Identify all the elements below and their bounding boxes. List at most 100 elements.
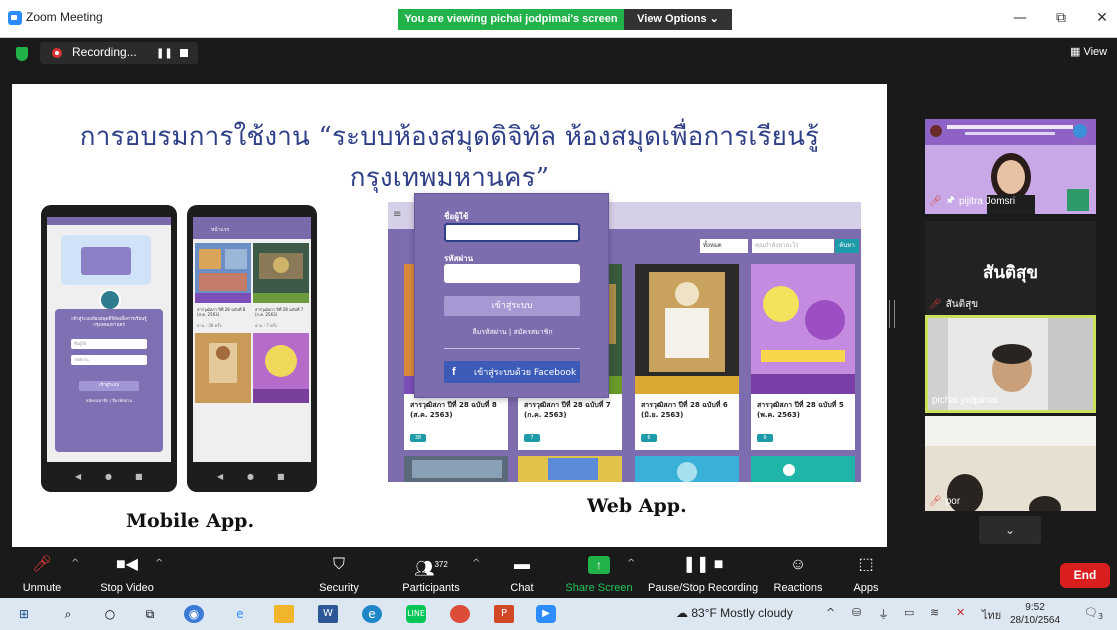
- mobile-password-field[interactable]: รหัสผ่าน: [71, 355, 147, 365]
- pin-icon: 🖈︎: [945, 195, 955, 206]
- zoom-logo-icon: [8, 11, 22, 25]
- web-card-4[interactable]: สารวุฒิสภา ปีที่ 28 ฉบับที่ 5 (พ.ค. 2563…: [751, 264, 855, 450]
- audio-options-chevron-icon[interactable]: ^: [71, 558, 79, 569]
- web-card-views-4: 9: [757, 434, 773, 442]
- home-icon[interactable]: ●: [105, 472, 112, 481]
- web-card-caption-1: สารวุฒิสภา ปีที่ 28 ฉบับที่ 8 (ส.ค. 2563…: [410, 401, 497, 419]
- participant-display-name-2: สันติสุข: [982, 263, 1039, 283]
- file-explorer-icon[interactable]: [274, 605, 294, 623]
- web-search-input[interactable]: คุณกำลังหาอะไร: [752, 239, 834, 253]
- mobile-cover-4[interactable]: [253, 333, 309, 403]
- recording-indicator: Recording... ❚❚: [40, 42, 198, 64]
- web-login-popup: ชื่อผู้ใช้ รหัสผ่าน เข้าสู่ระบบ ลืมรหัสผ…: [414, 193, 609, 398]
- cortana-icon[interactable]: ○: [100, 605, 120, 623]
- search-icon[interactable]: ⌕: [58, 605, 78, 623]
- onedrive-icon[interactable]: ⛁: [852, 606, 861, 619]
- chat-button[interactable]: ▬ Chat: [504, 554, 540, 594]
- recents-icon[interactable]: ■: [277, 472, 285, 481]
- home-icon[interactable]: ●: [247, 472, 254, 481]
- weather-widget[interactable]: ☁ 83°F Mostly cloudy: [676, 606, 793, 620]
- cover-thumbnail: [195, 333, 251, 403]
- share-screen-button[interactable]: ↑ Share Screen: [564, 554, 634, 594]
- participant-tile-4[interactable]: 🎤︎ por: [925, 416, 1096, 511]
- task-view-icon[interactable]: ⧉: [140, 605, 160, 623]
- mobile-item-views-2: อ่าน : 7 ครั้ง: [255, 323, 277, 328]
- slide-title: การอบรมการใช้งาน “ระบบห้องสมุดดิจิทัล ห้…: [79, 122, 820, 193]
- show-hidden-icons-chevron-icon[interactable]: ^: [826, 606, 835, 619]
- word-icon[interactable]: W: [318, 605, 338, 623]
- share-options-chevron-icon[interactable]: ^: [627, 558, 635, 569]
- mobile-login-button[interactable]: เข้าสู่ระบบ: [79, 381, 139, 391]
- window-title: Zoom Meeting: [26, 10, 103, 24]
- back-icon[interactable]: ◀: [217, 472, 223, 481]
- pause-recording-icon[interactable]: ❚❚: [156, 48, 173, 59]
- participant-name-3: pichai jodpimai: [932, 395, 999, 406]
- category-select[interactable]: ทั้งหมด: [700, 239, 748, 253]
- back-icon[interactable]: ◀: [75, 472, 81, 481]
- recents-icon[interactable]: ■: [135, 472, 143, 481]
- panel-resize-handle[interactable]: [889, 300, 895, 328]
- facebook-login-button[interactable]: f เข้าสู่ระบบด้วย Facebook: [444, 361, 580, 383]
- apps-button[interactable]: ⬚ Apps: [846, 554, 886, 594]
- web-login-button[interactable]: เข้าสู่ระบบ: [444, 296, 580, 316]
- web-username-field[interactable]: [444, 223, 580, 242]
- wifi-icon[interactable]: ≋: [930, 606, 939, 619]
- web-card-caption-3: สารวุฒิสภา ปีที่ 28 ฉบับที่ 6 (มิ.ย. 256…: [641, 401, 728, 419]
- participants-options-chevron-icon[interactable]: ^: [472, 558, 480, 569]
- globe-app-icon[interactable]: ◉: [184, 605, 204, 623]
- chrome-icon[interactable]: [450, 605, 470, 623]
- web-card-row2-4[interactable]: [751, 456, 855, 482]
- participant-tile-3[interactable]: pichai jodpimai: [925, 315, 1096, 413]
- security-shield-icon[interactable]: [16, 47, 28, 61]
- stop-video-button[interactable]: ■◀ Stop Video: [94, 554, 160, 594]
- zoom-taskbar-icon[interactable]: ▶: [536, 605, 556, 623]
- notification-center-icon[interactable]: 🗨︎3: [1084, 606, 1103, 621]
- mobile-cover-3[interactable]: [195, 333, 251, 403]
- cover-image: [518, 456, 622, 482]
- scroll-down-chevron-icon[interactable]: ⌄: [979, 516, 1041, 544]
- language-indicator[interactable]: ไทย: [982, 606, 1001, 624]
- stop-recording-icon[interactable]: [180, 49, 188, 57]
- mobile-cover-1[interactable]: [195, 243, 251, 303]
- web-card-row2-2[interactable]: [518, 456, 622, 482]
- mobile-username-field[interactable]: ชื่อผู้ใช้: [71, 339, 147, 349]
- reactions-label: Reactions: [773, 582, 823, 594]
- usb-icon[interactable]: ⏚: [878, 606, 889, 622]
- web-card-3[interactable]: สารวุฒิสภา ปีที่ 28 ฉบับที่ 6 (มิ.ย. 256…: [635, 264, 739, 450]
- windows-start-icon[interactable]: ⊞: [14, 605, 34, 623]
- view-button[interactable]: ▦ View: [1070, 45, 1107, 58]
- unmute-button[interactable]: 🎤︎ Unmute: [14, 554, 70, 594]
- line-app-icon[interactable]: LINE: [406, 605, 426, 623]
- pause-stop-recording-button[interactable]: ❚❚ ■ Pause/Stop Recording: [648, 554, 758, 594]
- web-search-button[interactable]: ค้นหา: [835, 239, 859, 253]
- hamburger-menu-icon[interactable]: ≡: [393, 209, 401, 220]
- edge-icon[interactable]: e: [362, 605, 382, 623]
- mobile-login-heading: เข้าสู่ระบบห้องสมุดดิจิทัลเพื่อการเรียนร…: [71, 317, 147, 328]
- divider: [444, 348, 580, 349]
- web-login-links[interactable]: ลืมรหัสผ่าน | สมัครสมาชิก: [415, 327, 610, 338]
- web-card-row2-1[interactable]: [404, 456, 508, 482]
- maximize-button[interactable]: ⧉: [1047, 8, 1075, 28]
- mobile-cover-2[interactable]: [253, 243, 309, 303]
- cover-thumbnail: [253, 243, 309, 303]
- volume-muted-icon[interactable]: ✕: [956, 606, 965, 619]
- mobile-login-links[interactable]: สมัครสมาชิก | ลืมรหัสผ่าน: [55, 397, 163, 404]
- view-options-button[interactable]: View Options ⌄: [624, 9, 732, 30]
- close-button[interactable]: ✕: [1088, 8, 1116, 28]
- web-password-field[interactable]: [444, 264, 580, 283]
- facebook-login-label: เข้าสู่ระบบด้วย Facebook: [474, 368, 577, 378]
- participant-tile-2[interactable]: สันติสุข 🎤︎ สันติสุข: [925, 221, 1096, 316]
- end-meeting-button[interactable]: End: [1060, 563, 1110, 588]
- web-card-row2-3[interactable]: [635, 456, 739, 482]
- participant-tile-1[interactable]: 🎤︎ 🖈︎ pijitra Jomsri: [925, 119, 1096, 214]
- internet-explorer-icon[interactable]: e: [230, 605, 250, 623]
- battery-icon[interactable]: ▭: [904, 606, 914, 619]
- minimize-button[interactable]: —: [1006, 8, 1034, 28]
- reactions-button[interactable]: ☺ Reactions: [770, 554, 826, 594]
- video-options-chevron-icon[interactable]: ^: [155, 558, 163, 569]
- taskbar-clock[interactable]: 9:52 28/10/2564: [1010, 601, 1060, 627]
- weather-cloud-icon: ☁: [676, 606, 692, 620]
- powerpoint-icon[interactable]: P: [494, 605, 514, 623]
- participants-button[interactable]: 👥︎372 Participants: [398, 554, 464, 594]
- security-button[interactable]: ⛉ Security: [312, 554, 366, 594]
